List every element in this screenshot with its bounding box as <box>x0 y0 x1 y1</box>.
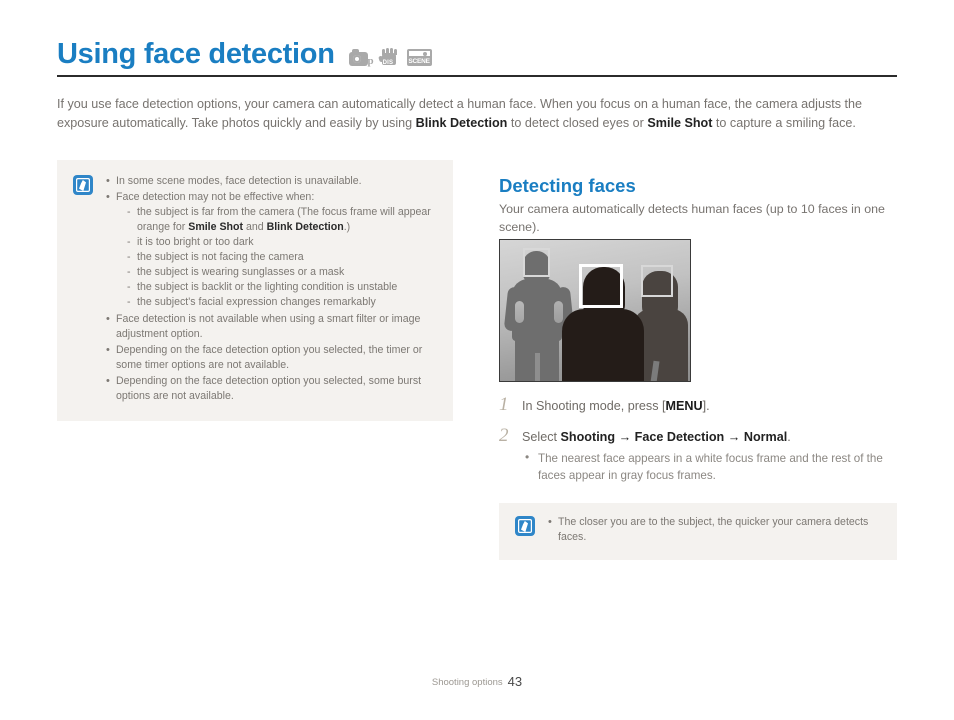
note-box-left: In some scene modes, face detection is u… <box>57 160 453 421</box>
intro-text-3: to capture a smiling face. <box>712 115 856 130</box>
footer-page-number: 43 <box>507 674 523 689</box>
menu-key-label: MENU <box>665 399 703 413</box>
step-text: Select Shooting → Face Detection → Norma… <box>522 427 897 484</box>
step-list: 1 In Shooting mode, press [MENU]. 2 Sele… <box>499 394 897 496</box>
scene-mode-icon: SCENE <box>406 49 432 66</box>
focus-frame-center <box>579 264 623 308</box>
note-sub-item: it is too bright or too dark <box>126 235 439 250</box>
step-text-post: . <box>787 430 791 444</box>
section-intro-paragraph: Your camera automatically detects human … <box>499 202 885 235</box>
focus-frame-left <box>523 248 550 277</box>
intro-text-2: to detect closed eyes or <box>507 115 648 130</box>
note-sub-item: the subject is backlit or the lighting c… <box>126 280 439 295</box>
note-sub-item: the subject's facial expression changes … <box>126 295 439 310</box>
menu-path-normal: Normal <box>743 430 788 444</box>
note-item: In some scene modes, face detection is u… <box>105 174 439 189</box>
step-text: In Shooting mode, press [MENU]. <box>522 396 897 415</box>
intro-bold-smile-shot: Smile Shot <box>647 115 713 130</box>
intro-paragraph: If you use face detection options, your … <box>57 95 899 133</box>
dis-mode-icon: DIS <box>377 48 401 66</box>
note-sub-text-post: .) <box>343 221 351 233</box>
section-title-detecting-faces: Detecting faces <box>499 175 636 197</box>
step-text-pre: Select <box>522 430 561 444</box>
note-item: The closer you are to the subject, the q… <box>547 515 883 545</box>
page-title: Using face detection <box>57 38 335 70</box>
note-sub-bold-blink-detection: Blink Detection <box>266 221 344 233</box>
menu-path-shooting: Shooting <box>560 430 616 444</box>
title-divider <box>57 75 897 77</box>
note-sub-list: the subject is far from the camera (The … <box>116 205 439 310</box>
menu-path-face-detection: Face Detection <box>634 430 725 444</box>
note-item: Face detection may not be effective when… <box>105 190 439 311</box>
note-sub-item: the subject is not facing the camera <box>126 250 439 265</box>
note-sub-text-mid: and <box>243 221 267 233</box>
note-sub-bold-smile-shot: Smile Shot <box>188 221 243 233</box>
note-item: Depending on the face detection option y… <box>105 374 439 404</box>
note-item-label: Face detection may not be effective when… <box>116 191 315 203</box>
program-mode-icon: p <box>348 49 374 67</box>
note-sub-item: the subject is wearing sunglasses or a m… <box>126 265 439 280</box>
note-quill-icon <box>515 516 535 536</box>
page-footer: Shooting options 43 <box>0 674 954 689</box>
step-item-2: 2 Select Shooting → Face Detection → Nor… <box>499 425 897 484</box>
note-right-body: The closer you are to the subject, the q… <box>547 515 883 546</box>
mode-icon-group: p DIS SCENE <box>348 48 432 69</box>
footer-section-label: Shooting options <box>431 677 503 688</box>
note-item: Depending on the face detection option y… <box>105 343 439 373</box>
dis-mode-icon-label: DIS <box>382 60 394 66</box>
manual-page: Using face detection p DIS SCENE If you … <box>0 0 954 720</box>
note-quill-icon <box>73 175 93 195</box>
note-sub-item: the subject is far from the camera (The … <box>126 205 439 235</box>
note-box-right: The closer you are to the subject, the q… <box>499 503 897 560</box>
step-text-post: ]. <box>702 399 710 413</box>
program-mode-icon-label: p <box>367 55 374 67</box>
menu-path-arrow-2: → <box>724 430 744 444</box>
focus-frame-right <box>641 265 673 297</box>
step-text-pre: In Shooting mode, press [ <box>522 399 666 413</box>
note-left-body: In some scene modes, face detection is u… <box>105 174 439 405</box>
scene-mode-icon-label: SCENE <box>408 57 430 65</box>
page-header: Using face detection p DIS SCENE <box>57 40 897 69</box>
note-item: Face detection is not available when usi… <box>105 312 439 342</box>
step-number: 2 <box>499 425 509 446</box>
menu-path-arrow-1: → <box>615 430 635 444</box>
face-detection-illustration <box>499 239 691 382</box>
step-number: 1 <box>499 394 509 415</box>
step-sub-note: The nearest face appears in a white focu… <box>522 449 897 484</box>
step-item-1: 1 In Shooting mode, press [MENU]. <box>499 394 897 415</box>
intro-bold-blink-detection: Blink Detection <box>415 115 508 130</box>
